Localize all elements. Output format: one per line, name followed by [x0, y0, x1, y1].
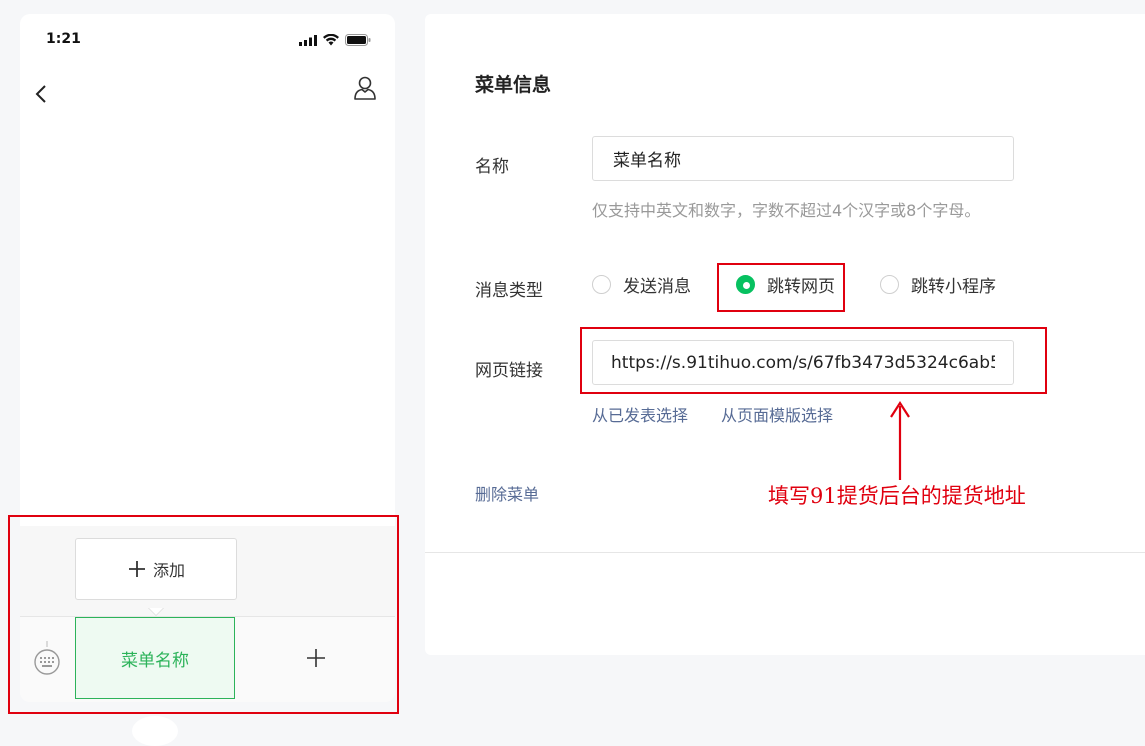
annotation-text: 填写91提货后台的提货地址	[768, 484, 1026, 508]
annotation-arrow-icon	[890, 400, 910, 480]
section-title: 菜单信息	[475, 74, 552, 96]
radio-circle	[592, 275, 611, 294]
highlight-box-menu	[8, 515, 399, 714]
highlight-box-url	[580, 327, 1047, 394]
menu-name-input[interactable]	[592, 136, 1014, 181]
phone-nav-bar	[20, 72, 395, 112]
name-hint: 仅支持中英文和数字，字数不超过4个汉字或8个字母。	[592, 201, 981, 220]
back-icon[interactable]	[34, 84, 48, 104]
radio-label: 跳转小程序	[911, 277, 996, 297]
user-icon[interactable]	[353, 75, 377, 101]
battery-icon	[345, 34, 371, 46]
name-label: 名称	[475, 157, 509, 177]
delete-menu-link[interactable]: 删除菜单	[475, 481, 539, 505]
scroll-handle[interactable]	[132, 716, 178, 746]
message-type-label: 消息类型	[475, 281, 543, 301]
url-label: 网页链接	[475, 361, 543, 381]
status-time: 1:21	[46, 31, 81, 47]
highlight-box-radio	[717, 263, 845, 312]
select-from-template-link[interactable]: 从页面模版选择	[721, 402, 833, 426]
status-icons	[299, 34, 371, 46]
select-from-published-link[interactable]: 从已发表选择	[592, 402, 688, 426]
status-bar: 1:21	[20, 14, 395, 64]
signal-icon	[299, 34, 317, 46]
wifi-icon	[323, 34, 339, 46]
radio-send-message[interactable]: 发送消息	[592, 272, 691, 297]
radio-circle	[880, 275, 899, 294]
radio-jump-miniprogram[interactable]: 跳转小程序	[880, 272, 996, 297]
panel-divider	[425, 552, 1145, 553]
radio-label: 发送消息	[623, 277, 691, 297]
